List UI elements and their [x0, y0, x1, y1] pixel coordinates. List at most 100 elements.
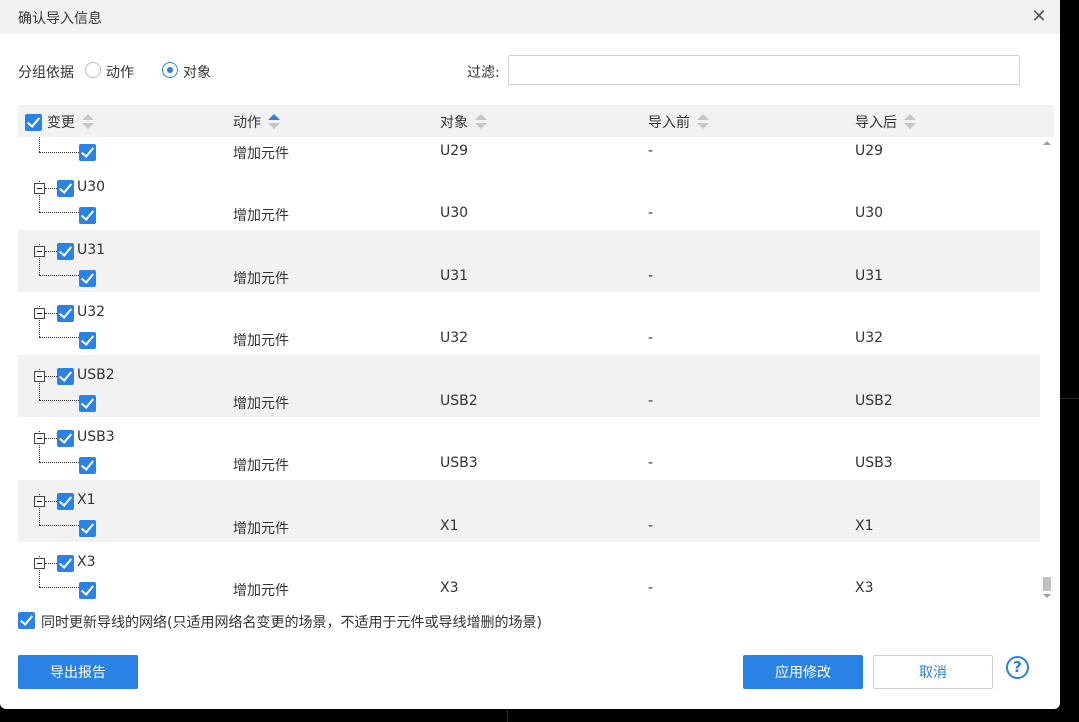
- column-header-object[interactable]: 对象: [440, 112, 487, 132]
- table-group-row[interactable]: U32 增加元件 U32 - U32: [18, 292, 1041, 355]
- group-checkbox[interactable]: [57, 305, 74, 322]
- group-checkbox[interactable]: [57, 430, 74, 447]
- group-checkbox[interactable]: [57, 243, 74, 260]
- group-checkbox[interactable]: [57, 180, 74, 197]
- table-group-row[interactable]: USB3 增加元件 USB3 - USB3: [18, 417, 1041, 480]
- row-checkbox[interactable]: [79, 207, 96, 224]
- cell-object: U31: [440, 268, 469, 284]
- filter-label: 过滤:: [467, 65, 500, 81]
- table-group-row[interactable]: X3 增加元件 X3 - X3: [18, 542, 1041, 604]
- sort-ascending-icon[interactable]: [267, 114, 280, 130]
- cell-after: USB2: [855, 393, 893, 409]
- cell-action: 增加元件: [233, 521, 289, 537]
- cell-after: X1: [855, 518, 874, 534]
- row-checkbox[interactable]: [79, 520, 96, 537]
- cell-object: X3: [440, 580, 459, 596]
- radio-group-by-action[interactable]: [85, 62, 101, 78]
- sort-icon[interactable]: [903, 114, 916, 130]
- table-header: 变更 动作 对象 导入前 导入后: [18, 105, 1054, 137]
- cell-action: 增加元件: [233, 333, 289, 349]
- cell-object: X1: [440, 518, 459, 534]
- cancel-button[interactable]: 取消: [873, 655, 993, 689]
- row-checkbox[interactable]: [79, 144, 96, 161]
- column-header-after[interactable]: 导入后: [855, 112, 916, 132]
- row-checkbox[interactable]: [79, 395, 96, 412]
- sync-nets-checkbox[interactable]: [18, 612, 35, 629]
- cell-object: U32: [440, 330, 469, 346]
- sort-icon[interactable]: [696, 114, 709, 130]
- collapse-icon[interactable]: [34, 308, 45, 319]
- row-checkbox[interactable]: [79, 457, 96, 474]
- column-header-before[interactable]: 导入前: [648, 112, 709, 132]
- radio-label-object[interactable]: 对象: [183, 62, 211, 82]
- collapse-icon[interactable]: [34, 558, 45, 569]
- apply-changes-button[interactable]: 应用修改: [743, 655, 863, 689]
- cell-before: -: [648, 518, 654, 534]
- sync-nets-label[interactable]: 同时更新导线的网络(只适用网络名变更的场景，不适用于元件或导线增删的场景): [41, 612, 542, 632]
- dialog-title: 确认导入信息: [18, 11, 102, 27]
- column-header-action-label: 动作: [233, 115, 261, 131]
- column-header-action[interactable]: 动作: [233, 112, 280, 132]
- tree-connector: [45, 188, 57, 189]
- column-header-before-label: 导入前: [648, 115, 690, 131]
- tree-connector: [39, 137, 40, 152]
- tree-connector: [45, 563, 57, 564]
- dialog-titlebar: 确认导入信息 ✕: [0, 0, 1060, 34]
- cell-after: U32: [855, 330, 884, 346]
- table-group-row[interactable]: USB2 增加元件 USB2 - USB2: [18, 355, 1041, 417]
- cell-before: -: [648, 205, 654, 221]
- scrollbar-thumb[interactable]: [1043, 577, 1051, 591]
- table-group-row[interactable]: X1 增加元件 X1 - X1: [18, 480, 1041, 542]
- cell-before: -: [648, 393, 654, 409]
- table-row[interactable]: 增加元件 U29 - U29: [18, 137, 1041, 167]
- row-checkbox[interactable]: [79, 332, 96, 349]
- cell-after: U31: [855, 268, 884, 284]
- cell-after: USB3: [855, 455, 893, 471]
- table-group-row[interactable]: U30 增加元件 U30 - U30: [18, 167, 1041, 230]
- cell-action: 增加元件: [233, 208, 289, 224]
- changes-table: 变更 动作 对象 导入前 导入后 增加元件 U29 - U29 U30 增加元件…: [18, 105, 1054, 604]
- group-checkbox[interactable]: [57, 368, 74, 385]
- radio-label-action[interactable]: 动作: [106, 62, 134, 82]
- table-scrollbar[interactable]: [1040, 137, 1054, 604]
- cell-action: 增加元件: [233, 583, 289, 599]
- group-name: U30: [77, 179, 106, 195]
- cell-object: USB2: [440, 393, 478, 409]
- collapse-icon[interactable]: [34, 496, 45, 507]
- sort-icon[interactable]: [81, 114, 94, 130]
- cell-after: U30: [855, 205, 884, 221]
- select-all-checkbox[interactable]: [25, 114, 42, 131]
- group-checkbox[interactable]: [57, 493, 74, 510]
- group-name: USB2: [77, 367, 115, 383]
- close-icon[interactable]: ✕: [1030, 8, 1048, 26]
- cell-object: U29: [440, 143, 469, 159]
- tree-connector: [45, 501, 57, 502]
- radio-group-by-object[interactable]: [162, 62, 178, 78]
- column-header-change[interactable]: 变更: [47, 112, 94, 132]
- help-icon[interactable]: ?: [1006, 656, 1029, 679]
- tree-connector: [39, 212, 79, 213]
- row-checkbox[interactable]: [79, 582, 96, 599]
- collapse-icon[interactable]: [34, 433, 45, 444]
- collapse-icon[interactable]: [34, 246, 45, 257]
- tree-connector: [45, 438, 57, 439]
- cell-object: USB3: [440, 455, 478, 471]
- cell-object: U30: [440, 205, 469, 221]
- cell-after: U29: [855, 143, 884, 159]
- tree-connector: [45, 251, 57, 252]
- collapse-icon[interactable]: [34, 371, 45, 382]
- collapse-icon[interactable]: [34, 183, 45, 194]
- scroll-down-arrow-icon[interactable]: [1043, 594, 1051, 598]
- group-filter-bar: 分组依据 动作 对象 过滤:: [18, 55, 1028, 85]
- table-group-row[interactable]: U31 增加元件 U31 - U31: [18, 230, 1041, 292]
- sort-icon[interactable]: [474, 114, 487, 130]
- row-checkbox[interactable]: [79, 270, 96, 287]
- import-confirm-dialog: 确认导入信息 ✕ 分组依据 动作 对象 过滤: 变更 动作 对象 导入前 导入后…: [0, 0, 1060, 709]
- cell-action: 增加元件: [233, 146, 289, 162]
- export-report-button[interactable]: 导出报告: [18, 655, 138, 689]
- tree-connector: [39, 525, 79, 526]
- tree-connector: [39, 462, 79, 463]
- scroll-up-arrow-icon[interactable]: [1043, 141, 1051, 145]
- group-checkbox[interactable]: [57, 555, 74, 572]
- filter-input[interactable]: [508, 55, 1020, 85]
